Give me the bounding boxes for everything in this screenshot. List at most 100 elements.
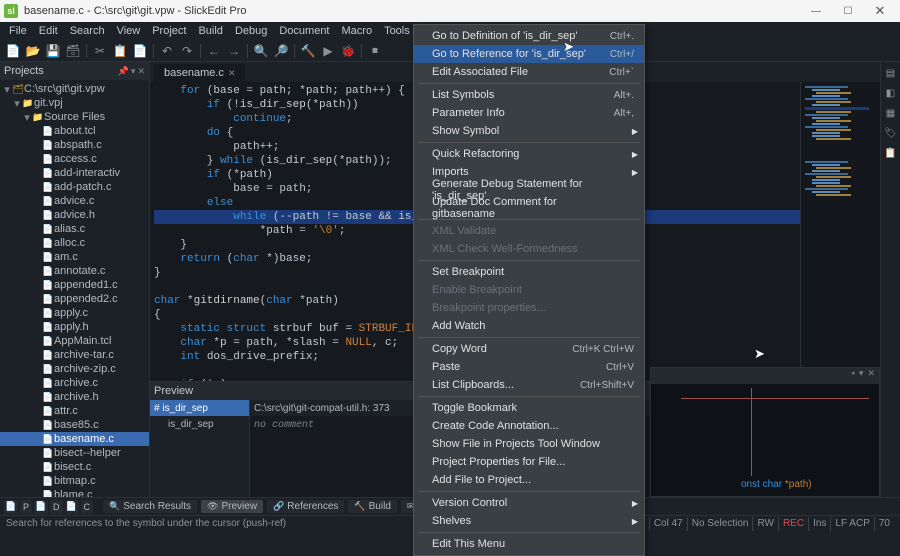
ctx-toggle-bookmark[interactable]: Toggle Bookmark <box>414 399 644 417</box>
menu-edit[interactable]: Edit <box>34 24 63 38</box>
ctx-project-properties-for-file-[interactable]: Project Properties for File... <box>414 453 644 471</box>
mini-tab-c[interactable]: 📄 <box>65 500 79 514</box>
ctx-create-code-annotation-[interactable]: Create Code Annotation... <box>414 417 644 435</box>
menu-debug[interactable]: Debug <box>230 24 272 38</box>
ctx-list-clipboards-[interactable]: List Clipboards...Ctrl+Shift+V <box>414 376 644 394</box>
mini-tab-label-c[interactable]: C <box>81 500 94 514</box>
maximize-button[interactable]: ☐ <box>832 0 864 22</box>
dock-class-icon[interactable]: ◧ <box>884 86 898 100</box>
run-icon[interactable]: ▶ <box>319 42 337 60</box>
tree-item[interactable]: 📄 abspath.c <box>0 138 149 152</box>
rb-menu-icon[interactable]: ▾ <box>859 368 864 384</box>
rb-close-icon[interactable]: ✕ <box>867 368 875 384</box>
dock-bookmark-icon[interactable]: 🏷 <box>884 126 898 140</box>
new-icon[interactable]: 📄 <box>4 42 22 60</box>
ctx-add-file-to-project-[interactable]: Add File to Project... <box>414 471 644 489</box>
tree-item[interactable]: 📄 annotate.c <box>0 264 149 278</box>
tree-item[interactable]: 📄 bisect--helper <box>0 446 149 460</box>
debug-icon[interactable]: 🐞 <box>339 42 357 60</box>
ctx-parameter-info[interactable]: Parameter InfoAlt+, <box>414 104 644 122</box>
bottom-tab-references[interactable]: 🔗References <box>267 500 344 513</box>
tree-item[interactable]: 📄 archive-tar.c <box>0 348 149 362</box>
minimize-button[interactable]: — <box>800 0 832 22</box>
tree-item[interactable]: ▾📁 Source Files <box>0 110 149 124</box>
ctx-go-to-reference-for-is-dir-sep[interactable]: Go to Reference for 'is_dir_sep'Ctrl+/ <box>414 45 644 63</box>
tree-item[interactable]: 📄 blame.c <box>0 488 149 497</box>
tree-item[interactable]: 📄 archive.c <box>0 376 149 390</box>
menu-build[interactable]: Build <box>193 24 227 38</box>
ctx-edit-this-menu[interactable]: Edit This Menu <box>414 535 644 553</box>
ctx-go-to-definition-of-is-dir-sep[interactable]: Go to Definition of 'is_dir_sep'Ctrl+. <box>414 27 644 45</box>
panel-pin-icon[interactable]: 📌 <box>118 66 129 77</box>
menu-file[interactable]: File <box>4 24 32 38</box>
ctx-paste[interactable]: PasteCtrl+V <box>414 358 644 376</box>
tree-item[interactable]: 📄 alloc.c <box>0 236 149 250</box>
save-all-icon[interactable]: 🗃 <box>64 42 82 60</box>
mini-tab-d[interactable]: 📄 <box>34 500 48 514</box>
panel-menu-icon[interactable]: ▾ <box>131 66 136 77</box>
replace-icon[interactable]: 🔎 <box>272 42 290 60</box>
dock-clip-icon[interactable]: 📋 <box>884 146 898 160</box>
search-icon[interactable]: 🔍 <box>252 42 270 60</box>
panel-close-icon[interactable]: ✕ <box>137 66 145 77</box>
tree-item[interactable]: 📄 advice.h <box>0 208 149 222</box>
stop-icon[interactable]: ⏹ <box>366 42 384 60</box>
tree-item[interactable]: 📄 appended2.c <box>0 292 149 306</box>
copy-icon[interactable]: 📋 <box>111 42 129 60</box>
tree-item[interactable]: ▾🗂 C:\src\git\git.vpw <box>0 82 149 96</box>
redo-icon[interactable]: ↷ <box>178 42 196 60</box>
ctx-update-doc-comment-for-gitbase[interactable]: Update Doc Comment for gitbasename <box>414 199 644 217</box>
dock-refs-icon[interactable]: ▦ <box>884 106 898 120</box>
tree-item[interactable]: 📄 archive-zip.c <box>0 362 149 376</box>
ctx-copy-word[interactable]: Copy WordCtrl+K Ctrl+W <box>414 340 644 358</box>
tree-item[interactable]: 📄 advice.c <box>0 194 149 208</box>
tree-item[interactable]: 📄 add-interactiv <box>0 166 149 180</box>
forward-icon[interactable]: → <box>225 42 243 60</box>
ctx-show-file-in-projects-tool-win[interactable]: Show File in Projects Tool Window <box>414 435 644 453</box>
undo-icon[interactable]: ↶ <box>158 42 176 60</box>
menu-view[interactable]: View <box>112 24 146 38</box>
tree-item[interactable]: 📄 attr.c <box>0 404 149 418</box>
bottom-tab-search-results[interactable]: 🔍Search Results <box>103 500 197 513</box>
open-icon[interactable]: 📂 <box>24 42 42 60</box>
preview-subitem[interactable]: is_dir_sep <box>150 416 249 432</box>
tree-item[interactable]: 📄 archive.h <box>0 390 149 404</box>
tab-close-icon[interactable]: ✕ <box>228 68 236 79</box>
tree-item[interactable]: ▾📁 git.vpj <box>0 96 149 110</box>
ctx-version-control[interactable]: Version Control▶ <box>414 494 644 512</box>
menu-document[interactable]: Document <box>274 24 334 38</box>
tree-item[interactable]: 📄 apply.c <box>0 306 149 320</box>
mini-tab-label-p[interactable]: P <box>20 500 32 514</box>
menu-tools[interactable]: Tools <box>379 24 415 38</box>
tree-item[interactable]: 📄 about.tcl <box>0 124 149 138</box>
menu-project[interactable]: Project <box>147 24 191 38</box>
tree-item[interactable]: 📄 add-patch.c <box>0 180 149 194</box>
menu-macro[interactable]: Macro <box>337 24 378 38</box>
menu-search[interactable]: Search <box>65 24 110 38</box>
dock-outline-icon[interactable]: ▤ <box>884 66 898 80</box>
tree-item[interactable]: 📄 appended1.c <box>0 278 149 292</box>
bottom-tab-preview[interactable]: 👁Preview <box>201 500 263 513</box>
tree-item[interactable]: 📄 base85.c <box>0 418 149 432</box>
tree-item[interactable]: 📄 apply.h <box>0 320 149 334</box>
tree-item[interactable]: 📄 bisect.c <box>0 460 149 474</box>
close-button[interactable]: ✕ <box>864 0 896 22</box>
ctx-quick-refactoring[interactable]: Quick Refactoring▶ <box>414 145 644 163</box>
ctx-shelves[interactable]: Shelves▶ <box>414 512 644 530</box>
ctx-edit-associated-file[interactable]: Edit Associated FileCtrl+` <box>414 63 644 81</box>
context-menu[interactable]: Go to Definition of 'is_dir_sep'Ctrl+.Go… <box>413 24 645 556</box>
bottom-tab-build[interactable]: 🔨Build <box>348 500 396 513</box>
tree-item[interactable]: 📄 alias.c <box>0 222 149 236</box>
paste-icon[interactable]: 📄 <box>131 42 149 60</box>
ctx-show-symbol[interactable]: Show Symbol▶ <box>414 122 644 140</box>
ctx-list-symbols[interactable]: List SymbolsAlt+. <box>414 86 644 104</box>
save-icon[interactable]: 💾 <box>44 42 62 60</box>
mini-tab-label-d[interactable]: D <box>50 500 63 514</box>
tree-item[interactable]: 📄 access.c <box>0 152 149 166</box>
back-icon[interactable]: ← <box>205 42 223 60</box>
mini-tab-p[interactable]: 📄 <box>4 500 18 514</box>
build-icon[interactable]: 🔨 <box>299 42 317 60</box>
tree-item[interactable]: 📄 am.c <box>0 250 149 264</box>
ctx-set-breakpoint[interactable]: Set Breakpoint <box>414 263 644 281</box>
ctx-add-watch[interactable]: Add Watch <box>414 317 644 335</box>
